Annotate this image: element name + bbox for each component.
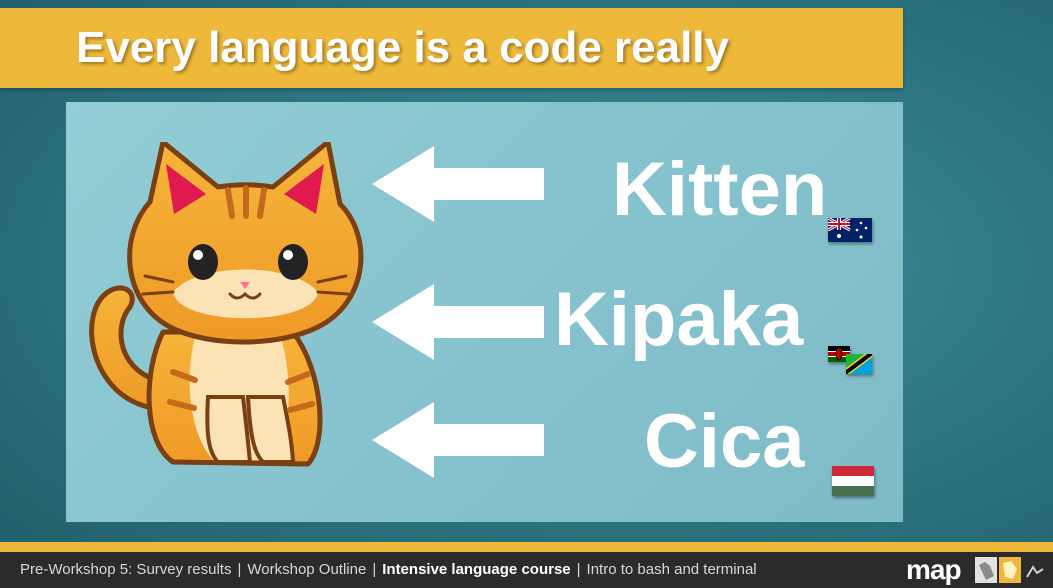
footer-bar: Pre-Workshop 5: Survey results | Workshop … bbox=[0, 552, 1053, 588]
australia-flag-icon bbox=[828, 218, 872, 242]
arrow-left-icon bbox=[372, 146, 544, 222]
footer-navigation: Pre-Workshop 5: Survey results | Workshop … bbox=[20, 561, 757, 578]
footer-separator: | bbox=[372, 561, 377, 578]
kitten-illustration bbox=[89, 142, 364, 467]
arrow-left-icon bbox=[372, 402, 544, 478]
title-bar: Every language is a code really bbox=[0, 8, 903, 88]
word-cica: Cica bbox=[644, 399, 805, 484]
word-kipaka: Kipaka bbox=[554, 277, 804, 362]
tanzania-flag-icon bbox=[846, 354, 872, 374]
word-kitten: Kitten bbox=[612, 147, 828, 232]
footer-separator: | bbox=[576, 561, 581, 578]
arrow-left-icon bbox=[372, 284, 544, 360]
footer-accent-stripe bbox=[0, 542, 1053, 552]
map-logo: map bbox=[906, 554, 962, 585]
content-panel: Kitten Kipaka Cica bbox=[66, 102, 903, 522]
footer-item-intro-bash-terminal[interactable]: Intro to bash and terminal bbox=[587, 561, 757, 578]
map-logo-tiles-icon bbox=[975, 557, 1044, 583]
footer-item-workshop-outline[interactable]: Workshop Outline bbox=[247, 561, 366, 578]
footer-item-survey-results[interactable]: Pre-Workshop 5: Survey results bbox=[20, 561, 231, 578]
hungary-flag-icon bbox=[832, 466, 874, 496]
slide-title: Every language is a code really bbox=[76, 23, 729, 72]
footer-separator: | bbox=[237, 561, 242, 578]
footer-item-intensive-language-course[interactable]: Intensive language course bbox=[382, 561, 570, 578]
